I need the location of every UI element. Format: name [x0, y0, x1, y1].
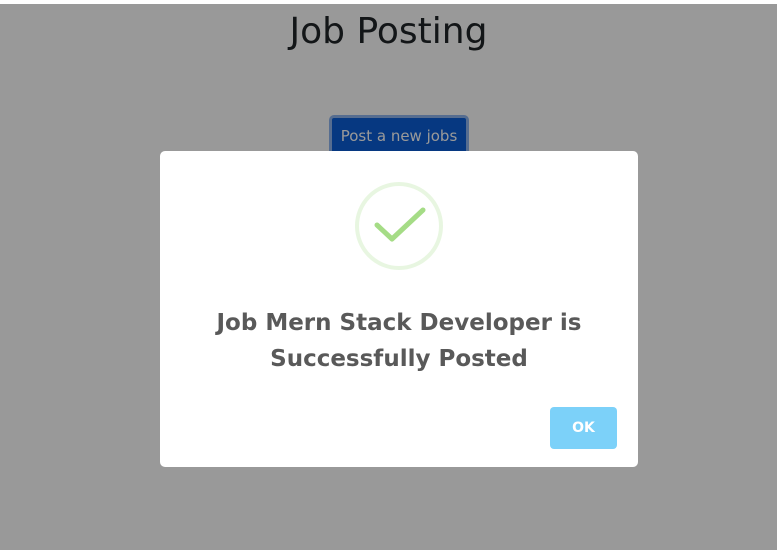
- modal-message-line-2: Successfully Posted: [270, 346, 528, 372]
- success-modal: Job Mern Stack Developer is Successfully…: [160, 151, 638, 467]
- success-check-icon: [355, 182, 443, 270]
- page: Job Posting Post a new jobs Job Mern Sta…: [0, 0, 777, 550]
- check-mark-icon: [374, 207, 426, 242]
- modal-message-line-1: Job Mern Stack Developer is: [216, 310, 582, 336]
- ok-button[interactable]: OK: [550, 407, 617, 449]
- modal-message: Job Mern Stack Developer is Successfully…: [180, 305, 618, 377]
